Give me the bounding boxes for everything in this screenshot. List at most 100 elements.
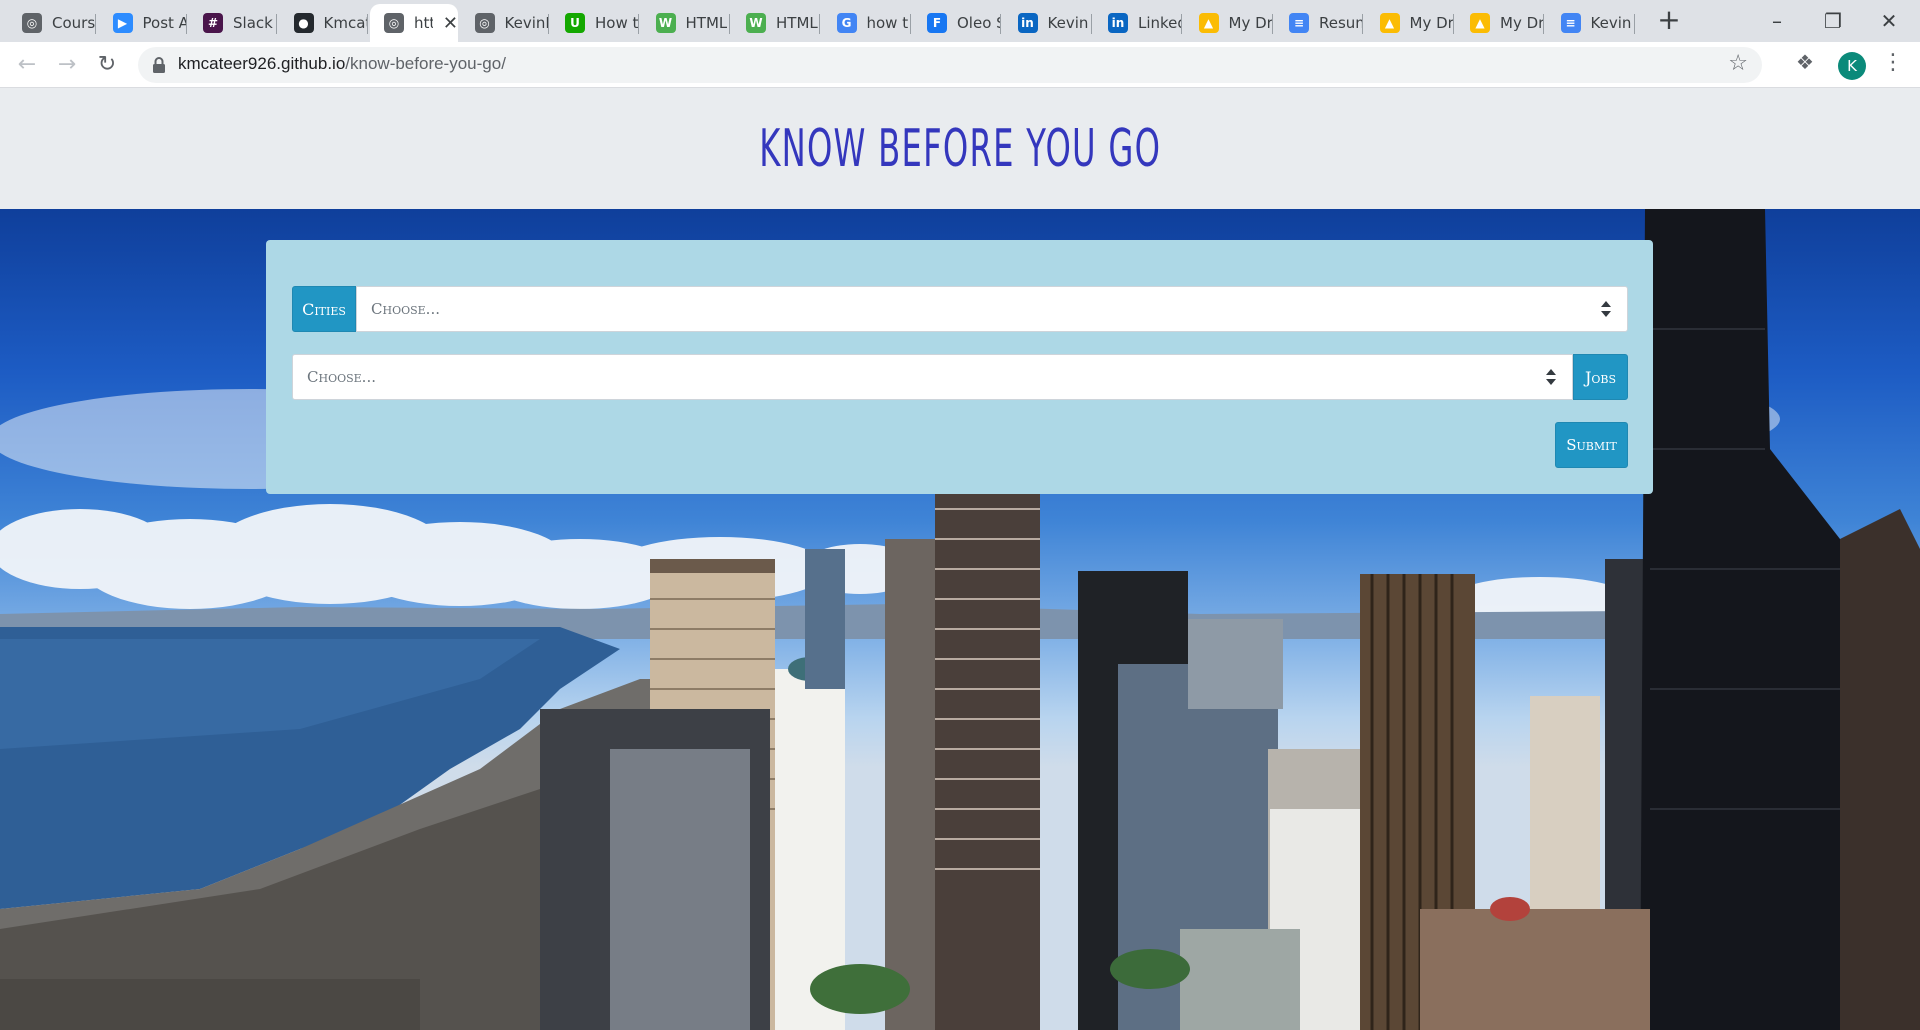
submit-button[interactable]: Submit (1555, 422, 1628, 468)
select-caret-icon (1546, 368, 1556, 388)
restore-button[interactable]: ❐ (1810, 6, 1856, 36)
tab-separator (1271, 14, 1273, 34)
browser-tab[interactable]: # Slack | (189, 4, 277, 42)
tab-separator (1000, 14, 1001, 34)
tab-separator (728, 14, 730, 34)
globe-icon: ◎ (384, 13, 404, 33)
browser-tab[interactable]: ◎ Courses (8, 4, 96, 42)
tab-separator (819, 14, 820, 34)
cities-select-value: Choose... (371, 300, 440, 318)
extensions-puzzle-icon[interactable]: ❖ (1796, 50, 1814, 74)
tab-separator (1633, 14, 1635, 34)
zoom-icon: ▶ (112, 13, 133, 33)
w3schools-icon: W (746, 13, 766, 33)
browser-tab[interactable]: Ghow t (823, 4, 911, 42)
tab-title: Resum (1319, 14, 1363, 32)
tab-strip: + – ❐ ✕ ◎ Courses ▶ Post A # Slack | ● Kmcat ◎ ht… (0, 0, 1920, 42)
tab-separator (638, 14, 639, 34)
back-icon[interactable]: ← (12, 50, 42, 80)
google-icon: G (836, 13, 857, 33)
minimize-button[interactable]: – (1754, 6, 1800, 36)
site-header: KNOW BEFORE YOU GO (0, 88, 1920, 209)
tab-title: Kmcat (323, 14, 368, 32)
browser-tab[interactable]: U How t (551, 4, 639, 42)
facebook-icon: F (927, 13, 947, 33)
tab-title: HTML (685, 14, 728, 32)
tab-title: how t (866, 14, 909, 32)
lock-icon (153, 57, 165, 73)
docs-icon: ≡ (1289, 13, 1309, 33)
tab-title: Slack | (233, 14, 277, 32)
tab-separator (366, 14, 368, 34)
tab-title: How t (595, 14, 639, 32)
browser-tab[interactable]: W HTML (642, 4, 730, 42)
tab-separator (1543, 14, 1544, 34)
tab-separator (1181, 14, 1182, 34)
jobs-select-value: Choose... (307, 368, 376, 386)
browser-tab[interactable]: ≡ Kevin (1547, 4, 1635, 42)
tab-separator (1362, 14, 1363, 34)
browser-tab[interactable]: W HTML (732, 4, 820, 42)
linkedin-icon: in (1108, 13, 1128, 33)
cities-input-group: Cities Choose... (292, 286, 1628, 332)
drive-icon: ▲ (1379, 13, 1400, 33)
tab-title: Linked (1138, 14, 1182, 32)
bookmark-star-icon[interactable]: ☆ (1728, 51, 1748, 76)
close-tab-icon[interactable]: ✕ (443, 13, 458, 34)
browser-tab[interactable]: ▶ Post A (99, 4, 187, 42)
browser-tab[interactable]: ▲ My Dr (1185, 4, 1273, 42)
w3schools-icon: W (655, 13, 676, 33)
tab-separator (547, 14, 549, 34)
globe-icon: ◎ (474, 13, 495, 33)
tab-title: My Dr (1409, 14, 1454, 32)
new-tab-button[interactable]: + (1654, 6, 1684, 36)
browser-tab[interactable]: ▲ My Dr (1456, 4, 1544, 42)
browser-tab[interactable]: ≡ Resum (1275, 4, 1363, 42)
tab-title: htt (414, 14, 433, 32)
tab-title: Post A (142, 14, 187, 32)
tab-separator (95, 14, 96, 34)
browser-tab[interactable]: in Kevin (1004, 4, 1092, 42)
jobs-select[interactable]: Choose... (292, 354, 1573, 400)
forward-icon[interactable]: → (52, 50, 82, 80)
tab-title: HTML (776, 14, 818, 32)
tab-title: My Dr (1500, 14, 1544, 32)
profile-avatar[interactable]: K (1838, 52, 1866, 80)
tab-separator (276, 14, 277, 34)
close-window-button[interactable]: ✕ (1866, 6, 1912, 36)
url-text: kmcateer926.github.io/know-before-you-go… (178, 54, 506, 73)
browser-tab[interactable]: ◎ htt ✕ (370, 4, 458, 42)
browser-tab[interactable]: ◎ KevinM (461, 4, 549, 42)
reload-icon[interactable]: ↻ (92, 50, 122, 80)
jobs-input-group: Choose... Jobs (292, 354, 1628, 400)
browser-tab[interactable]: ● Kmcat (280, 4, 368, 42)
upwork-icon: U (565, 13, 585, 33)
tab-separator (1090, 14, 1092, 34)
drive-icon: ▲ (1198, 13, 1219, 33)
tab-separator (909, 14, 911, 34)
slack-icon: # (203, 13, 223, 33)
globe-icon: ◎ (22, 13, 42, 33)
address-bar[interactable]: kmcateer926.github.io/know-before-you-go… (138, 47, 1762, 83)
tab-title: Oleo S (957, 14, 1001, 32)
browser-menu-icon[interactable]: ⋮ (1882, 50, 1904, 75)
select-caret-icon (1601, 300, 1611, 320)
tab-title: Kevin (1590, 14, 1632, 32)
linkedin-icon: in (1017, 13, 1038, 33)
cities-label: Cities (292, 286, 356, 332)
github-icon: ● (293, 13, 314, 33)
tab-title: Courses (52, 14, 96, 32)
cities-select[interactable]: Choose... (356, 286, 1628, 332)
browser-tab[interactable]: in Linked (1094, 4, 1182, 42)
browser-tab[interactable]: ▲ My Dr (1366, 4, 1454, 42)
browser-toolbar: ← → ↻ kmcateer926.github.io/know-before-… (0, 42, 1920, 88)
page-title: KNOW BEFORE YOU GO (758, 118, 1162, 179)
tab-title: Kevin (1047, 14, 1089, 32)
tab-title: My Dr (1228, 14, 1273, 32)
browser-tab[interactable]: F Oleo S (913, 4, 1001, 42)
drive-icon: ▲ (1470, 13, 1490, 33)
docs-icon: ≡ (1560, 13, 1581, 33)
tab-separator (185, 14, 187, 34)
jobs-label: Jobs (1573, 354, 1628, 400)
tab-separator (1452, 14, 1454, 34)
